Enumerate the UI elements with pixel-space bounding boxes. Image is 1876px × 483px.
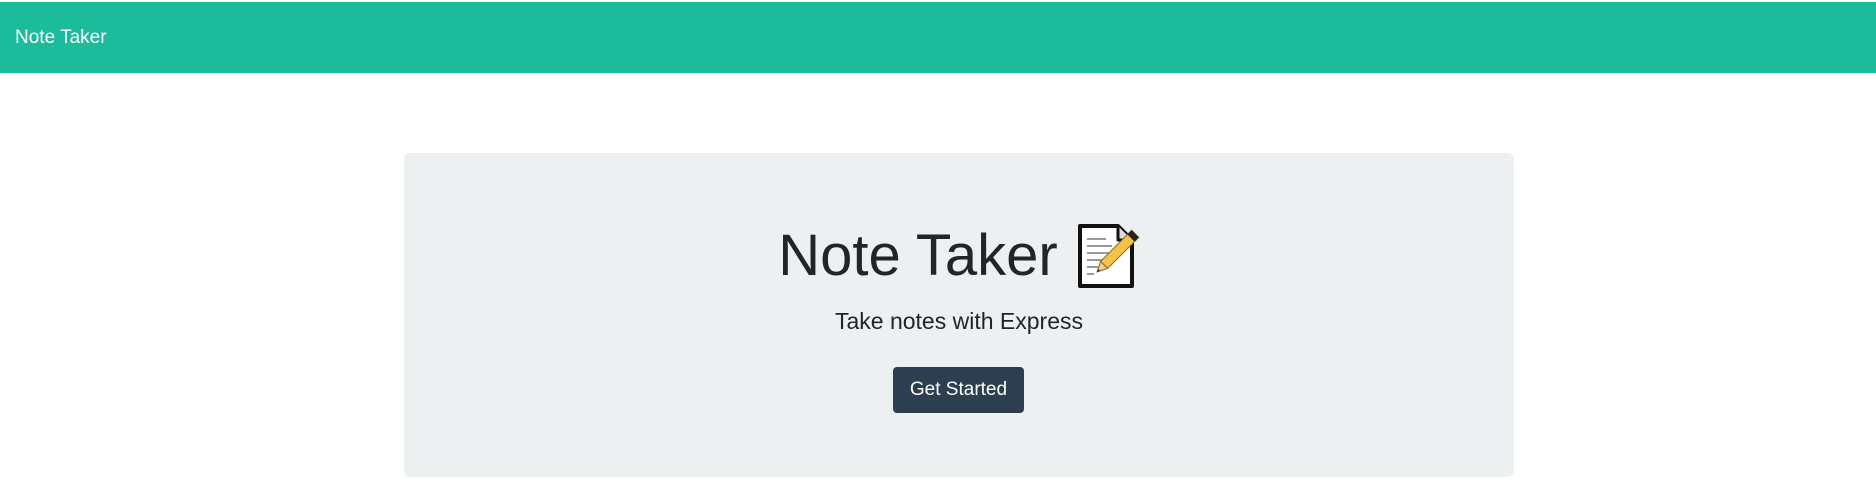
get-started-button[interactable]: Get Started <box>893 367 1024 413</box>
hero-title-row: Note Taker <box>404 219 1514 293</box>
hero-subtitle: Take notes with Express <box>834 308 1083 334</box>
navbar: Note Taker <box>0 2 1876 73</box>
navbar-brand-link[interactable]: Note Taker <box>15 27 107 49</box>
memo-icon <box>1074 223 1140 289</box>
hero-title: Note Taker <box>778 223 1058 288</box>
hero-jumbotron: Note Taker Take notes with Express Get S… <box>404 153 1514 477</box>
